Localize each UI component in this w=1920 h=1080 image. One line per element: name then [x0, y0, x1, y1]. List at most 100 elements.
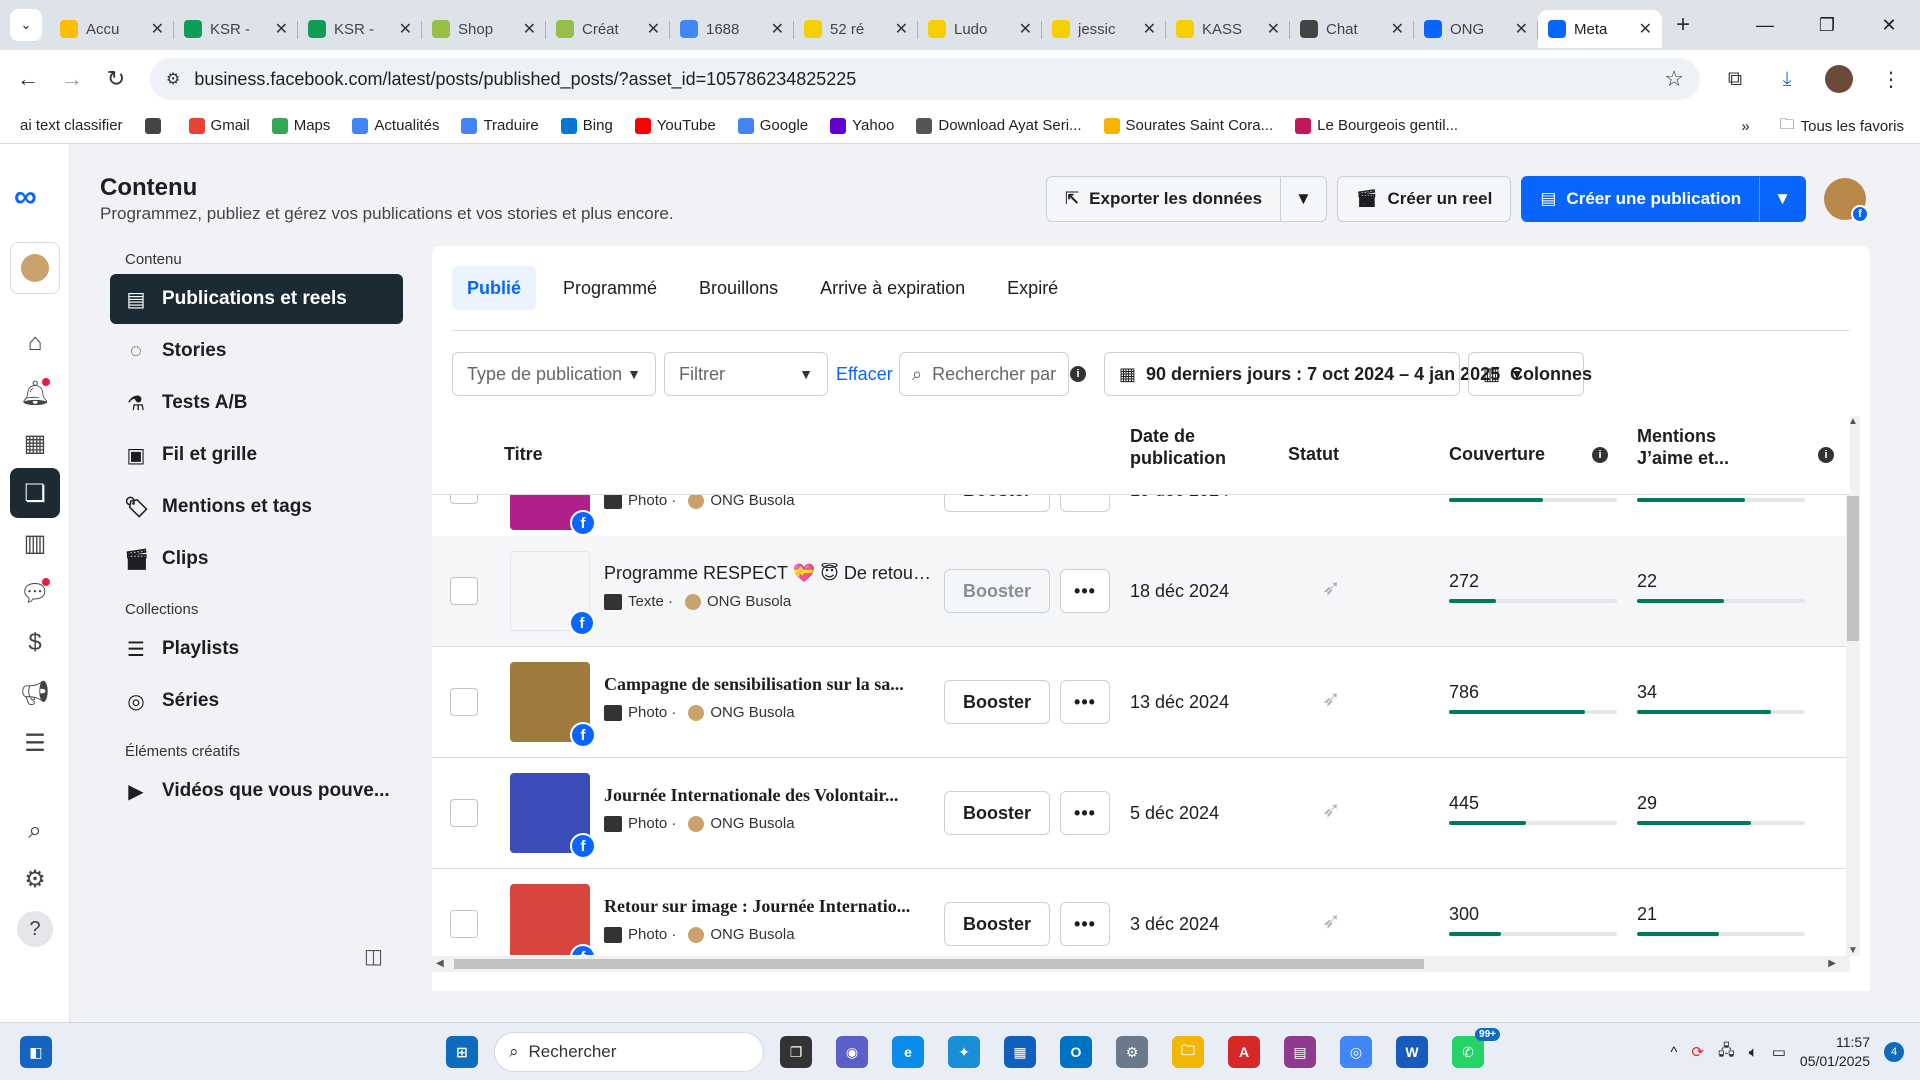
sidebar-item-stories[interactable]: ◌ Stories — [110, 326, 403, 376]
tab-close-icon[interactable]: ✕ — [399, 19, 412, 39]
columns-button[interactable]: ▥ Colonnes — [1468, 352, 1592, 396]
create-post-dropdown-chevron-icon[interactable]: ▼ — [1759, 177, 1805, 221]
winrar-icon[interactable]: ▤ — [1284, 1036, 1316, 1068]
browser-tab[interactable]: Chat ✕ — [1290, 10, 1414, 48]
menu-kebab-icon[interactable]: ⋮ — [1872, 60, 1910, 98]
bookmark-star-icon[interactable]: ☆ — [1664, 66, 1684, 92]
vertical-scrollbar[interactable]: ▲ ▼ — [1846, 416, 1860, 956]
browser-tab[interactable]: Accu ✕ — [50, 10, 174, 48]
planner-grid-icon[interactable]: ▦ — [10, 418, 60, 468]
tab-drafts[interactable]: Brouillons — [684, 266, 793, 310]
word-icon[interactable]: W — [1396, 1036, 1428, 1068]
post-title[interactable]: Programme RESPECT 💝 😇 De retour, ... — [604, 563, 934, 584]
minimize-icon[interactable]: — — [1734, 0, 1796, 50]
row-checkbox[interactable] — [450, 495, 478, 504]
tab-close-icon[interactable]: ✕ — [1267, 19, 1280, 39]
tab-close-icon[interactable]: ✕ — [1019, 19, 1032, 39]
meta-logo-icon[interactable]: ∞ — [14, 178, 37, 215]
tab-scheduled[interactable]: Programmé — [548, 266, 672, 310]
date-range-picker[interactable]: ▦ 90 derniers jours : 7 oct 2024 – 4 jan … — [1104, 352, 1524, 396]
bookmark-item[interactable]: Sourates Saint Cora... — [1103, 117, 1273, 134]
browser-tab[interactable]: jessic ✕ — [1042, 10, 1166, 48]
more-options-icon[interactable]: ••• — [1060, 791, 1110, 835]
account-avatar[interactable]: f — [1824, 178, 1869, 223]
all-bookmarks-folder[interactable]: 🗀 Tous les favoris — [1780, 114, 1904, 139]
sidebar-item-series[interactable]: ◎ Séries — [110, 676, 403, 726]
horizontal-scrollbar[interactable]: ◀ ▶ — [432, 956, 1850, 972]
tab-close-icon[interactable]: ✕ — [1143, 19, 1156, 39]
row-checkbox[interactable] — [450, 577, 478, 605]
browser-tab[interactable]: 1688 ✕ — [670, 10, 794, 48]
tab-close-icon[interactable]: ✕ — [523, 19, 536, 39]
restore-icon[interactable]: ❐ — [1796, 0, 1858, 50]
chrome-icon[interactable]: ◎ — [1340, 1036, 1372, 1068]
post-title[interactable]: Campagne de sensibilisation sur la sa... — [604, 674, 934, 695]
tab-close-icon[interactable]: ✕ — [1515, 19, 1528, 39]
more-options-icon[interactable]: ••• — [1060, 569, 1110, 613]
clock[interactable]: 11:57 05/01/2025 — [1800, 1033, 1870, 1071]
column-header-status[interactable]: Statut — [1288, 443, 1339, 465]
browser-tab[interactable]: KSR - ✕ — [174, 10, 298, 48]
store-icon[interactable]: ▦ — [1004, 1036, 1036, 1068]
boost-button[interactable]: Booster — [944, 495, 1050, 512]
widgets-icon[interactable]: ◧ — [20, 1036, 52, 1068]
tab-close-icon[interactable]: ✕ — [771, 19, 784, 39]
tab-search-chevron-icon[interactable]: ⌄ — [10, 9, 42, 41]
omnibox[interactable]: ⚙ business.facebook.com/latest/posts/pub… — [150, 58, 1700, 100]
url-text[interactable]: business.facebook.com/latest/posts/publi… — [194, 69, 1664, 90]
tab-close-icon[interactable]: ✕ — [1639, 19, 1652, 39]
reach-info-icon[interactable]: i — [1592, 447, 1608, 463]
whatsapp-icon[interactable]: ✆ 99+ — [1452, 1028, 1500, 1068]
site-settings-icon[interactable]: ⚙ — [166, 69, 180, 89]
more-options-icon[interactable]: ••• — [1060, 902, 1110, 946]
create-reel-button[interactable]: 🎬︎ Créer un reel — [1336, 176, 1512, 222]
volume-icon[interactable]: 🔈︎ — [1749, 1044, 1758, 1061]
file-explorer-icon[interactable]: 🗀 — [1172, 1036, 1204, 1068]
inbox-chat-icon[interactable]: 💬︎ — [10, 568, 60, 618]
task-view-icon[interactable]: ❐ — [780, 1036, 812, 1068]
bookmark-item[interactable]: YouTube — [634, 117, 716, 134]
edge-icon[interactable]: e — [892, 1036, 924, 1068]
browser-tab[interactable]: Meta ✕ — [1538, 10, 1662, 48]
settings-app-icon[interactable]: ⚙ — [1116, 1036, 1148, 1068]
likes-info-icon[interactable]: i — [1818, 447, 1834, 463]
post-thumbnail[interactable]: f — [510, 773, 596, 859]
filter-select[interactable]: Filtrer ▼ — [664, 352, 828, 396]
boost-button[interactable]: Booster — [944, 680, 1050, 724]
browser-tab[interactable]: KSR - ✕ — [298, 10, 422, 48]
boost-button[interactable]: Booster — [944, 791, 1050, 835]
ads-megaphone-icon[interactable]: 📢︎ — [10, 668, 60, 718]
tab-close-icon[interactable]: ✕ — [1391, 19, 1404, 39]
vertical-scroll-thumb[interactable] — [1847, 496, 1859, 641]
post-type-select[interactable]: Type de publication ▼ — [452, 352, 656, 396]
sidebar-item-feed-grid[interactable]: ▣ Fil et grille — [110, 430, 403, 480]
browser-tab[interactable]: 52 ré ✕ — [794, 10, 918, 48]
home-icon[interactable]: ⌂ — [10, 318, 60, 368]
browser-tab[interactable]: Ludo ✕ — [918, 10, 1042, 48]
bookmark-item[interactable]: ai text classifier — [20, 117, 123, 134]
back-icon[interactable]: ← — [8, 59, 48, 99]
sidebar-item-playlists[interactable]: ☰ Playlists — [110, 624, 403, 674]
notifications-icon[interactable]: 🔔︎ — [10, 368, 60, 418]
post-thumbnail[interactable]: f — [510, 662, 596, 748]
info-icon[interactable]: i — [1070, 366, 1086, 382]
bookmark-item[interactable]: Gmail — [188, 117, 250, 134]
bookmark-item[interactable]: Yahoo — [830, 117, 894, 134]
tab-close-icon[interactable]: ✕ — [151, 19, 164, 39]
column-header-date[interactable]: Date de publication — [1130, 425, 1250, 469]
network-icon[interactable]: 🖧︎ — [1718, 1040, 1735, 1065]
post-thumbnail[interactable]: f — [510, 551, 595, 636]
column-header-title[interactable]: Titre — [504, 443, 543, 465]
pdf-reader-icon[interactable]: A — [1228, 1036, 1260, 1068]
sidebar-item-posts-reels[interactable]: ▤ Publications et reels — [110, 274, 403, 324]
post-title[interactable]: Retour sur image : Journée Internatio... — [604, 896, 934, 917]
tab-expired[interactable]: Expiré — [992, 266, 1073, 310]
tab-expiring[interactable]: Arrive à expiration — [805, 266, 980, 310]
taskbar-search[interactable]: ⌕ Rechercher — [494, 1032, 764, 1072]
post-thumbnail[interactable]: f — [510, 884, 596, 955]
tab-close-icon[interactable]: ✕ — [275, 19, 288, 39]
sidebar-item-clips[interactable]: 🎬︎ Clips — [110, 534, 403, 584]
search-by-id-input[interactable]: ⌕ Rechercher par ID c — [899, 352, 1069, 396]
start-windows-icon[interactable]: ⊞ — [446, 1036, 478, 1068]
table-row[interactable]: f Programme RESPECT 💝 😇 De retour, ... Tex… — [432, 536, 1850, 647]
